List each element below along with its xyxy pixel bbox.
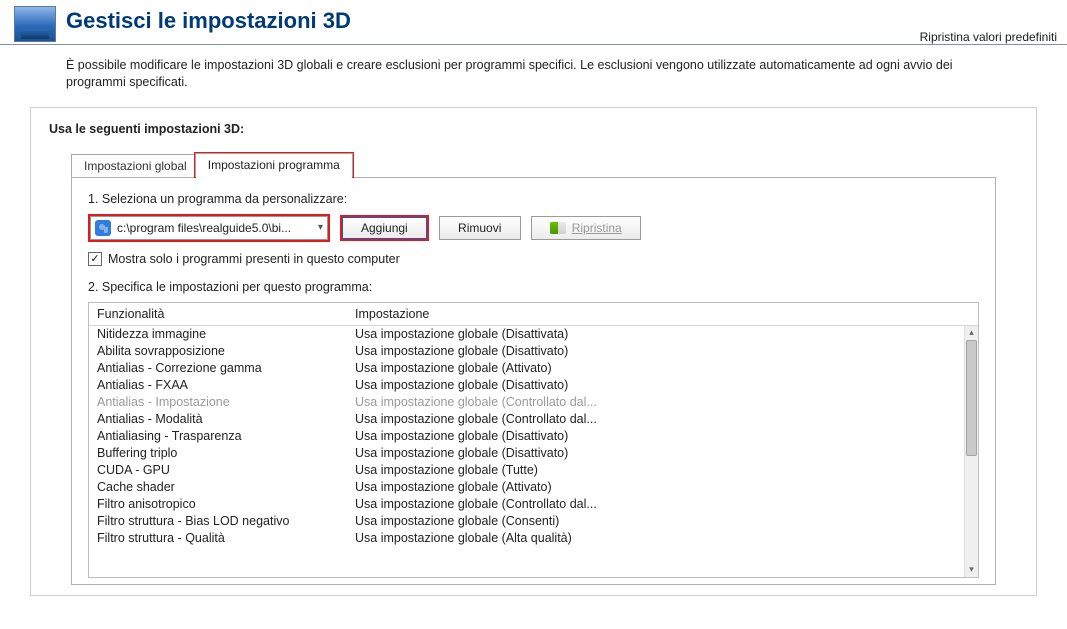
table-row[interactable]: Antialias - ModalitàUsa impostazione glo… <box>89 411 964 428</box>
table-row[interactable]: CUDA - GPUUsa impostazione globale (Tutt… <box>89 462 964 479</box>
table-header: Funzionalità Impostazione <box>89 303 978 326</box>
table-row[interactable]: Antialias - FXAAUsa impostazione globale… <box>89 377 964 394</box>
page-title: Gestisci le impostazioni 3D <box>66 8 920 34</box>
tab-program-highlight: Impostazioni programma <box>194 152 354 178</box>
col-setting[interactable]: Impostazione <box>355 307 970 321</box>
setting-cell: Usa impostazione globale (Tutte) <box>355 463 956 477</box>
page-description: È possibile modificare le impostazioni 3… <box>0 45 1067 107</box>
show-only-installed-checkbox[interactable]: ✓ <box>88 252 102 266</box>
setting-cell: Usa impostazione globale (Disattivato) <box>355 344 956 358</box>
card-title: Usa le seguenti impostazioni 3D: <box>49 122 1018 136</box>
app-icon <box>95 220 111 236</box>
program-dropdown-value: c:\program files\realguide5.0\bi... <box>117 221 291 235</box>
feature-cell: Abilita sovrapposizione <box>97 344 355 358</box>
restore-defaults-link[interactable]: Ripristina valori predefiniti <box>920 30 1057 44</box>
show-only-installed-row[interactable]: ✓ Mostra solo i programmi presenti in qu… <box>88 252 979 266</box>
setting-cell: Usa impostazione globale (Controllato da… <box>355 395 956 409</box>
feature-cell: Filtro struttura - Qualità <box>97 531 355 545</box>
setting-cell: Usa impostazione globale (Disattivato) <box>355 378 956 392</box>
nvidia-logo <box>14 6 56 42</box>
vertical-scrollbar[interactable]: ▴ ▾ <box>964 326 978 577</box>
table-row[interactable]: Filtro struttura - Bias LOD negativoUsa … <box>89 513 964 530</box>
setting-cell: Usa impostazione globale (Alta qualità) <box>355 531 956 545</box>
col-feature[interactable]: Funzionalità <box>97 307 355 321</box>
setting-cell: Usa impostazione globale (Controllato da… <box>355 497 956 511</box>
scroll-down-icon[interactable]: ▾ <box>965 563 978 577</box>
feature-cell: Nitidezza immagine <box>97 327 355 341</box>
feature-cell: Antialias - FXAA <box>97 378 355 392</box>
nvidia-icon <box>550 222 566 234</box>
feature-cell: Antialias - Impostazione <box>97 395 355 409</box>
settings-card: Usa le seguenti impostazioni 3D: Imposta… <box>30 107 1037 596</box>
table-body: Nitidezza immagineUsa impostazione globa… <box>89 326 964 547</box>
feature-cell: Antialias - Correzione gamma <box>97 361 355 375</box>
chevron-down-icon: ▾ <box>318 222 323 233</box>
setting-cell: Usa impostazione globale (Attivato) <box>355 361 956 375</box>
restore-profile-button[interactable]: Ripristina <box>531 216 641 240</box>
step1-label: 1. Seleziona un programma da personalizz… <box>88 192 979 206</box>
restore-profile-label: Ripristina <box>572 221 622 235</box>
show-only-installed-label: Mostra solo i programmi presenti in ques… <box>108 252 400 266</box>
setting-cell: Usa impostazione globale (Disattivato) <box>355 429 956 443</box>
table-row[interactable]: Buffering triploUsa impostazione globale… <box>89 445 964 462</box>
settings-table: Funzionalità Impostazione Nitidezza imma… <box>88 302 979 578</box>
tab-global[interactable]: Impostazioni global <box>71 154 200 178</box>
scroll-track[interactable] <box>965 340 978 563</box>
feature-cell: CUDA - GPU <box>97 463 355 477</box>
setting-cell: Usa impostazione globale (Consenti) <box>355 514 956 528</box>
scroll-thumb[interactable] <box>966 340 977 456</box>
add-button-highlight: Aggiungi <box>340 215 429 241</box>
step2-label: 2. Specifica le impostazioni per questo … <box>88 280 979 294</box>
table-row[interactable]: Antialias - ImpostazioneUsa impostazione… <box>89 394 964 411</box>
table-row[interactable]: Antialiasing - TrasparenzaUsa impostazio… <box>89 428 964 445</box>
tab-program[interactable]: Impostazioni programma <box>195 153 353 177</box>
program-dropdown[interactable]: c:\program files\realguide5.0\bi... ▾ <box>90 216 328 240</box>
feature-cell: Antialias - Modalità <box>97 412 355 426</box>
feature-cell: Buffering triplo <box>97 446 355 460</box>
table-row[interactable]: Antialias - Correzione gammaUsa impostaz… <box>89 360 964 377</box>
feature-cell: Antialiasing - Trasparenza <box>97 429 355 443</box>
tab-body-program: 1. Seleziona un programma da personalizz… <box>71 177 996 585</box>
scroll-up-icon[interactable]: ▴ <box>965 326 978 340</box>
page-header: Gestisci le impostazioni 3D Ripristina v… <box>0 0 1067 45</box>
remove-button[interactable]: Rimuovi <box>439 216 521 240</box>
feature-cell: Filtro anisotropico <box>97 497 355 511</box>
table-row[interactable]: Filtro anisotropicoUsa impostazione glob… <box>89 496 964 513</box>
add-button[interactable]: Aggiungi <box>342 217 427 239</box>
setting-cell: Usa impostazione globale (Attivato) <box>355 480 956 494</box>
table-row[interactable]: Nitidezza immagineUsa impostazione globa… <box>89 326 964 343</box>
setting-cell: Usa impostazione globale (Controllato da… <box>355 412 956 426</box>
table-row[interactable]: Abilita sovrapposizioneUsa impostazione … <box>89 343 964 360</box>
feature-cell: Cache shader <box>97 480 355 494</box>
feature-cell: Filtro struttura - Bias LOD negativo <box>97 514 355 528</box>
program-dropdown-highlight: c:\program files\realguide5.0\bi... ▾ <box>88 214 330 242</box>
table-body-scroll: Nitidezza immagineUsa impostazione globa… <box>89 326 978 577</box>
setting-cell: Usa impostazione globale (Disattivato) <box>355 446 956 460</box>
table-row[interactable]: Filtro struttura - QualitàUsa impostazio… <box>89 530 964 547</box>
program-select-row: c:\program files\realguide5.0\bi... ▾ Ag… <box>88 214 979 242</box>
table-row[interactable]: Cache shaderUsa impostazione globale (At… <box>89 479 964 496</box>
setting-cell: Usa impostazione globale (Disattivata) <box>355 327 956 341</box>
tab-strip: Impostazioni global Impostazioni program… <box>71 152 1018 178</box>
